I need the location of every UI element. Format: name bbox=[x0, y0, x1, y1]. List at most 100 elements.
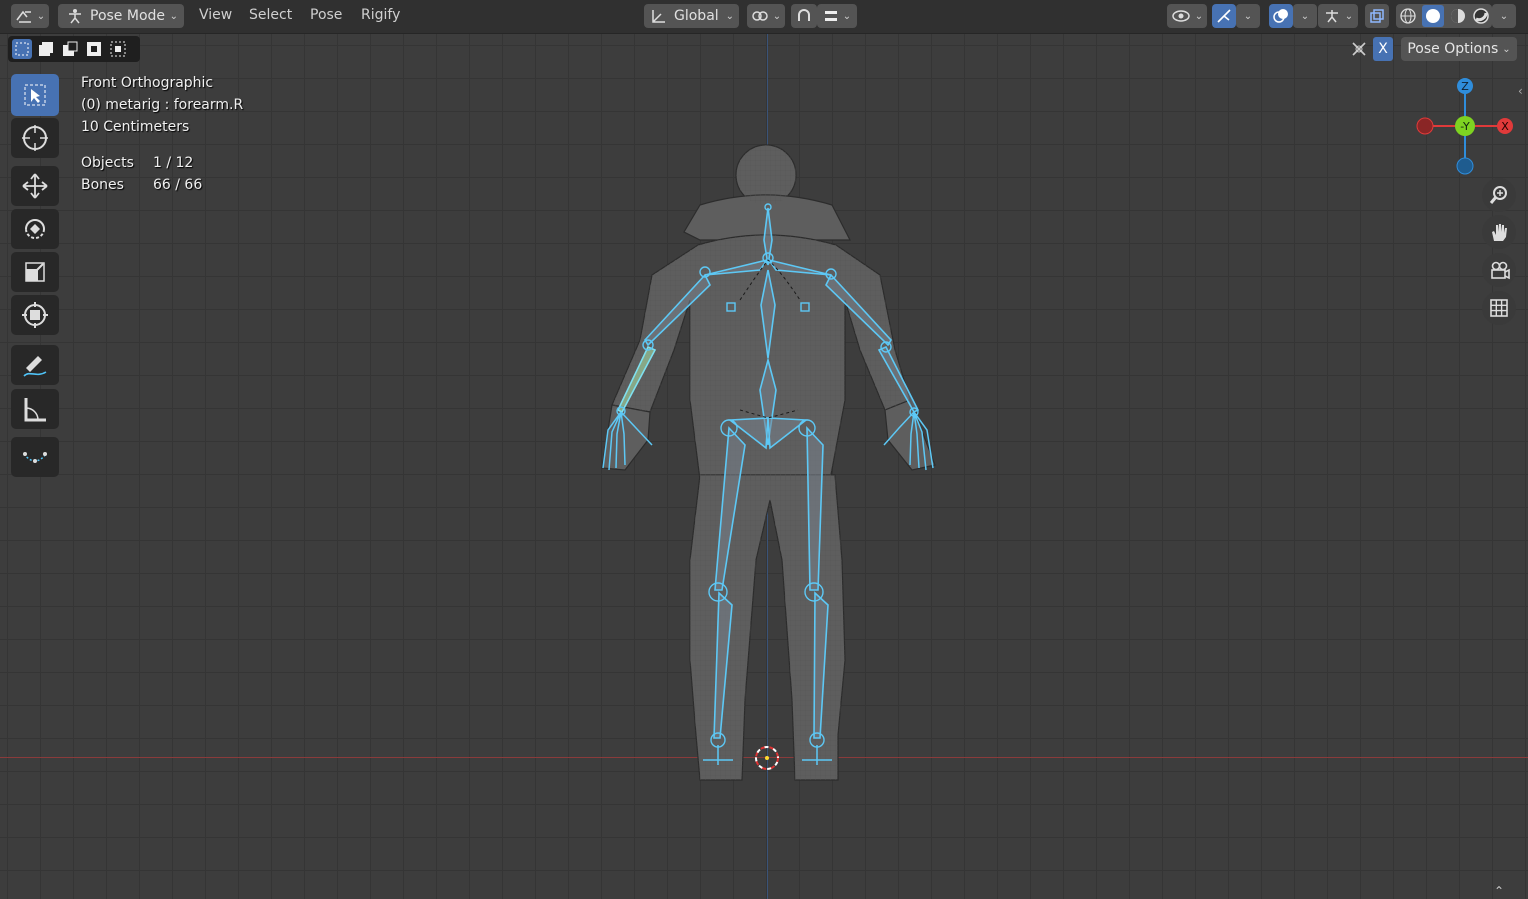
viewport-header: ⌄ Pose Mode ⌄ View Select Pose Rigify Gl… bbox=[0, 0, 1528, 34]
pan-button[interactable] bbox=[1482, 215, 1516, 249]
menu-rigify[interactable]: Rigify bbox=[361, 7, 400, 23]
select-box-tool[interactable] bbox=[11, 74, 59, 116]
objects-stat-value: 1 / 12 bbox=[153, 155, 194, 171]
snap-target-icon bbox=[824, 11, 837, 21]
character-rig[interactable] bbox=[560, 130, 980, 800]
snap-target-dropdown[interactable]: ⌄ bbox=[817, 4, 857, 28]
pivot-point-dropdown[interactable]: ⌄ bbox=[747, 4, 785, 28]
shading-material-icon[interactable] bbox=[1449, 7, 1467, 25]
mode-label: Pose Mode bbox=[90, 8, 166, 24]
select-extend-button[interactable] bbox=[36, 39, 56, 59]
3d-cursor[interactable] bbox=[755, 746, 779, 770]
pan-hand-icon bbox=[1492, 224, 1507, 241]
bone-overlay-icon bbox=[1325, 10, 1338, 23]
overlay-icon bbox=[1273, 9, 1288, 23]
select-mode-group bbox=[8, 36, 140, 62]
gizmo-y-label: -Y bbox=[1460, 120, 1470, 133]
navigation-gizmo[interactable]: Z X -Y bbox=[1410, 74, 1520, 184]
select-subtract-icon bbox=[63, 41, 78, 56]
move-icon bbox=[22, 173, 48, 199]
grid-icon bbox=[1490, 299, 1508, 317]
scale-tool[interactable] bbox=[11, 252, 59, 292]
select-subtract-button[interactable] bbox=[60, 39, 80, 59]
chevron-down-icon: ⌄ bbox=[36, 10, 46, 22]
editor-type-button[interactable]: ⌄ bbox=[11, 4, 49, 28]
mirror-axis-icon[interactable] bbox=[1349, 39, 1369, 59]
annotate-tool[interactable] bbox=[11, 345, 59, 385]
gizmo-toggle[interactable] bbox=[1212, 4, 1236, 28]
measure-tool[interactable] bbox=[11, 389, 59, 429]
camera-icon bbox=[1491, 261, 1510, 280]
shading-solid-button[interactable] bbox=[1421, 5, 1444, 27]
bone-overlay-dropdown[interactable]: ⌄ bbox=[1318, 4, 1358, 28]
snap-toggle[interactable] bbox=[791, 4, 817, 28]
grid-scale-label: 10 Centimeters bbox=[81, 119, 190, 135]
overlay-toggle[interactable] bbox=[1269, 4, 1293, 28]
transform-orientation-icon bbox=[652, 10, 665, 23]
objects-stat-label: Objects bbox=[81, 155, 134, 171]
snap-icon bbox=[798, 9, 810, 21]
scale-icon bbox=[25, 262, 45, 282]
pose-options-dropdown[interactable]: Pose Options ⌄ bbox=[1401, 37, 1517, 61]
relax-pose-icon bbox=[23, 452, 47, 463]
chevron-down-icon: ⌄ bbox=[725, 10, 734, 22]
select-new-icon bbox=[15, 42, 29, 56]
gizmo-icon bbox=[1217, 9, 1231, 23]
shading-dropdown[interactable]: ⌄ bbox=[1492, 4, 1516, 28]
gizmo-z-label: Z bbox=[1461, 80, 1469, 93]
chevron-down-icon: ⌄ bbox=[772, 10, 782, 22]
gizmo-neg-z-axis[interactable] bbox=[1456, 157, 1474, 175]
chevron-down-icon: ⌄ bbox=[1344, 10, 1354, 22]
select-invert-button[interactable] bbox=[84, 39, 104, 59]
overlay-dropdown[interactable]: ⌄ bbox=[1293, 4, 1317, 28]
editor-type-icon bbox=[16, 10, 31, 23]
cursor-tool[interactable] bbox=[11, 118, 59, 158]
mode-selector[interactable]: Pose Mode ⌄ bbox=[58, 4, 184, 28]
shading-solid-icon bbox=[1425, 9, 1440, 23]
relax-pose-tool[interactable] bbox=[11, 437, 59, 477]
bones-stat-label: Bones bbox=[81, 177, 124, 193]
select-new-button[interactable] bbox=[12, 39, 32, 59]
shading-mode-group bbox=[1396, 4, 1492, 28]
chevron-down-icon: ⌄ bbox=[1194, 10, 1204, 22]
gizmo-neg-x-axis[interactable] bbox=[1416, 117, 1434, 135]
chevron-down-icon: ⌄ bbox=[1502, 43, 1511, 55]
view-name: Front Orthographic bbox=[81, 75, 214, 91]
gizmo-dropdown[interactable]: ⌄ bbox=[1236, 4, 1260, 28]
xray-toggle[interactable] bbox=[1365, 4, 1389, 28]
select-extend-icon bbox=[39, 42, 53, 56]
chevron-down-icon: ⌄ bbox=[842, 10, 852, 22]
measure-icon bbox=[24, 398, 46, 422]
visibility-dropdown[interactable]: ⌄ bbox=[1167, 4, 1207, 28]
rotate-tool[interactable] bbox=[11, 209, 59, 249]
bones-stat-value: 66 / 66 bbox=[153, 177, 203, 193]
mesh-wireframe bbox=[612, 145, 910, 780]
rotate-icon bbox=[25, 219, 45, 239]
move-tool[interactable] bbox=[11, 166, 59, 206]
menu-view[interactable]: View bbox=[199, 7, 232, 23]
annotate-icon bbox=[23, 356, 47, 377]
transform-tool[interactable] bbox=[11, 295, 59, 335]
x-mirror-toggle[interactable]: X bbox=[1373, 37, 1393, 61]
zoom-button[interactable] bbox=[1482, 178, 1516, 212]
gizmo-x-label: X bbox=[1501, 120, 1509, 133]
chevron-down-icon: ⌄ bbox=[1499, 10, 1509, 22]
visibility-icon bbox=[1172, 10, 1190, 22]
menu-pose[interactable]: Pose bbox=[310, 7, 342, 23]
transform-icon bbox=[22, 302, 48, 328]
sidebar-collapse-icon[interactable]: ‹ bbox=[1518, 84, 1523, 98]
chevron-down-icon: ⌄ bbox=[169, 10, 178, 22]
active-object-label: (0) metarig : forearm.R bbox=[81, 97, 244, 113]
chevron-down-icon: ⌄ bbox=[1300, 10, 1310, 22]
transform-orientation-dropdown[interactable]: Global ⌄ bbox=[644, 4, 739, 28]
toggle-perspective-button[interactable] bbox=[1482, 291, 1516, 325]
chevron-down-icon: ⌄ bbox=[1243, 10, 1253, 22]
chevron-up-icon[interactable]: ⌃ bbox=[1494, 884, 1504, 898]
xray-icon bbox=[1370, 9, 1384, 23]
shading-rendered-icon[interactable] bbox=[1472, 7, 1490, 25]
zoom-icon bbox=[1489, 186, 1507, 204]
menu-select[interactable]: Select bbox=[249, 7, 292, 23]
camera-view-button[interactable] bbox=[1482, 253, 1516, 287]
shading-wireframe-icon[interactable] bbox=[1399, 7, 1417, 25]
select-intersect-button[interactable] bbox=[108, 39, 128, 59]
